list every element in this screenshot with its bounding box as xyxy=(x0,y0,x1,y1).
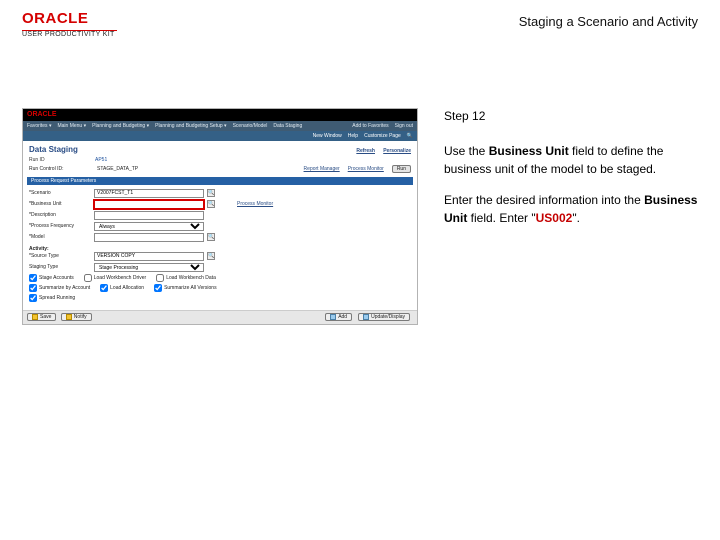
nav-signout[interactable]: Sign out xyxy=(395,123,413,129)
process-frequency-label: Process Frequency xyxy=(29,223,91,229)
chk-spread-running[interactable]: Spread Running xyxy=(29,294,75,302)
bold-business-unit-1: Business Unit xyxy=(489,144,569,158)
runid-row: Run ID AP51 xyxy=(29,157,411,163)
update-display-button[interactable]: Update/Display xyxy=(358,313,410,321)
runcontrol-row: Run Control ID: STAGE_DATA_TP Report Man… xyxy=(29,165,411,173)
chk-load-wb-data[interactable]: Load Workbench Data xyxy=(156,274,216,282)
save-button[interactable]: Save xyxy=(27,313,56,321)
nav-scenario[interactable]: Scenario/Model xyxy=(233,123,268,129)
app-body: Data Staging Refresh Personalize Run ID … xyxy=(23,141,417,310)
chk-spread-running-box[interactable] xyxy=(29,294,37,302)
enter-value: US002 xyxy=(536,211,573,225)
chk-stage-accounts[interactable]: Stage Accounts xyxy=(29,274,74,282)
check-row-2: Summarize by Account Load Allocation Sum… xyxy=(29,284,411,292)
runcontrol-label: Run Control ID: xyxy=(29,166,89,172)
nav-addfav[interactable]: Add to Favorites xyxy=(352,123,388,129)
staging-type-label: Staging Type xyxy=(29,264,91,270)
chk-load-wb-driver-box[interactable] xyxy=(84,274,92,282)
link-report-manager[interactable]: Report Manager xyxy=(304,166,340,172)
scenario-input[interactable] xyxy=(94,189,204,198)
subnav-search-icon[interactable]: 🔍 xyxy=(407,133,413,139)
instruction-panel: Step 12 Use the Business Unit field to d… xyxy=(444,108,698,325)
model-input[interactable] xyxy=(94,233,204,242)
app-screenshot: ORACLE Favorites ▾ Main Menu ▾ Planning … xyxy=(22,108,418,325)
app-oracle-logo: ORACLE xyxy=(27,111,57,119)
nav-planning[interactable]: Planning and Budgeting ▾ xyxy=(92,123,149,129)
page-header: ORACLE USER PRODUCTIVITY KIT Staging a S… xyxy=(0,0,720,42)
subnav-newwindow[interactable]: New Window xyxy=(313,133,342,139)
nav-setup[interactable]: Planning and Budgeting Setup ▾ xyxy=(155,123,226,129)
app-topbar: ORACLE xyxy=(23,109,417,121)
chk-summarize-account-box[interactable] xyxy=(29,284,37,292)
business-unit-input[interactable] xyxy=(94,200,204,209)
link-process-monitor-2[interactable]: Process Monitor xyxy=(237,201,411,207)
notify-button[interactable]: Notify xyxy=(61,313,92,321)
subnav-customize[interactable]: Customize Page xyxy=(364,133,401,139)
brand-upk: USER PRODUCTIVITY KIT xyxy=(22,31,117,38)
lesson-title: Staging a Scenario and Activity xyxy=(519,10,698,29)
run-button[interactable]: Run xyxy=(392,165,411,173)
subnav-help[interactable]: Help xyxy=(348,133,358,139)
instruction-p2: Enter the desired information into the B… xyxy=(444,192,698,227)
app-subbar: New Window Help Customize Page 🔍 xyxy=(23,131,417,141)
scenario-lookup-icon[interactable]: 🔍 xyxy=(207,189,215,197)
chk-stage-accounts-box[interactable] xyxy=(29,274,37,282)
description-input[interactable] xyxy=(94,211,204,220)
model-lookup-icon[interactable]: 🔍 xyxy=(207,233,215,241)
nav-mainmenu[interactable]: Main Menu ▾ xyxy=(57,123,86,129)
business-unit-label: Business Unit xyxy=(29,201,91,207)
page-title: Data Staging xyxy=(29,145,78,155)
add-icon xyxy=(330,314,336,320)
chk-summarize-all-box[interactable] xyxy=(154,284,162,292)
runcontrol-value: STAGE_DATA_TP xyxy=(97,166,138,172)
model-label: Model xyxy=(29,234,91,240)
section-process-request: Process Request Parameters xyxy=(27,177,413,185)
instruction-p1: Use the Business Unit field to define th… xyxy=(444,143,698,178)
nav-favorites[interactable]: Favorites ▾ xyxy=(27,123,51,129)
link-process-monitor[interactable]: Process Monitor xyxy=(348,166,384,172)
source-type-lookup-icon[interactable]: 🔍 xyxy=(207,252,215,260)
runid-label: Run ID xyxy=(29,157,89,163)
chk-load-allocation[interactable]: Load Allocation xyxy=(100,284,144,292)
check-row-3: Spread Running xyxy=(29,294,411,302)
nav-datastaging[interactable]: Data Staging xyxy=(273,123,302,129)
chk-summarize-all[interactable]: Summarize All Versions xyxy=(154,284,217,292)
runid-value: AP51 xyxy=(95,157,107,163)
chk-summarize-account[interactable]: Summarize by Account xyxy=(29,284,90,292)
brand-block: ORACLE USER PRODUCTIVITY KIT xyxy=(22,10,117,38)
link-personalize[interactable]: Personalize xyxy=(383,148,411,154)
notify-icon xyxy=(66,314,72,320)
link-refresh[interactable]: Refresh xyxy=(356,148,375,154)
page-title-links: Refresh Personalize xyxy=(350,145,411,155)
check-row-1: Stage Accounts Load Workbench Driver Loa… xyxy=(29,274,411,282)
app-navbar: Favorites ▾ Main Menu ▾ Planning and Bud… xyxy=(23,121,417,131)
process-frequency-select[interactable]: Always xyxy=(94,222,204,231)
page-title-row: Data Staging Refresh Personalize xyxy=(29,145,411,155)
chk-load-wb-driver[interactable]: Load Workbench Driver xyxy=(84,274,146,282)
bottom-left: Save Notify xyxy=(27,313,95,322)
add-button[interactable]: Add xyxy=(325,313,352,321)
save-icon xyxy=(32,314,38,320)
source-type-input[interactable] xyxy=(94,252,204,261)
activity-grid: Source Type 🔍 Staging Type Stage Process… xyxy=(29,252,411,272)
update-icon xyxy=(363,314,369,320)
business-unit-lookup-icon[interactable]: 🔍 xyxy=(207,200,215,208)
screenshot-wrapper: ORACLE Favorites ▾ Main Menu ▾ Planning … xyxy=(22,108,418,325)
chk-load-allocation-box[interactable] xyxy=(100,284,108,292)
staging-type-select[interactable]: Stage Processing xyxy=(94,263,204,272)
chk-load-wb-data-box[interactable] xyxy=(156,274,164,282)
scenario-label: Scenario xyxy=(29,190,91,196)
step-label: Step 12 xyxy=(444,108,698,125)
form-grid: Scenario 🔍 Business Unit 🔍 Process Monit… xyxy=(29,189,411,242)
app-bottom-bar: Save Notify Add Update/Display xyxy=(23,310,417,324)
bottom-right: Add Update/Display xyxy=(325,313,413,321)
source-type-label: Source Type xyxy=(29,253,91,259)
brand-oracle: ORACLE xyxy=(22,10,117,27)
description-label: Description xyxy=(29,212,91,218)
